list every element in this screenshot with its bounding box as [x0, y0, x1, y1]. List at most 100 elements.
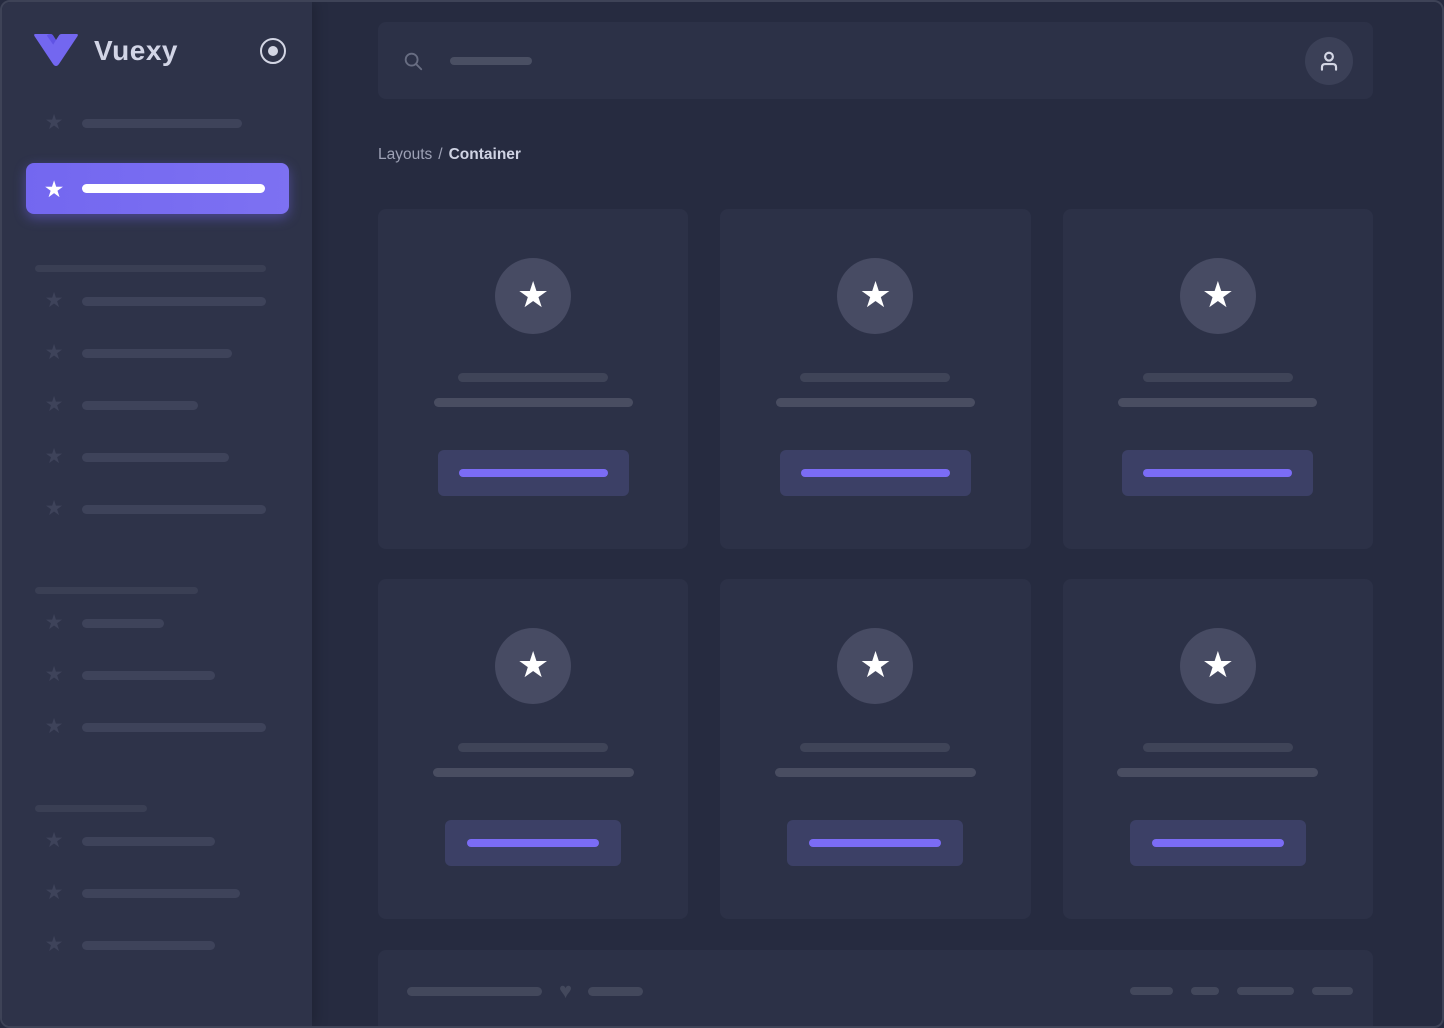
sidebar-item[interactable]: ★ — [2, 393, 312, 417]
menu-label-placeholder — [82, 888, 240, 898]
main-content: Layouts / Container ★ ★ ★ ★ ★ ★ ♥ — [312, 2, 1442, 1026]
button-label-placeholder — [458, 469, 608, 477]
sidebar-item[interactable]: ★ — [2, 611, 312, 635]
star-icon: ★ — [1201, 273, 1234, 315]
star-icon: ★ — [44, 611, 64, 634]
card-avatar-circle: ★ — [1179, 628, 1256, 704]
sidebar-item-pinned[interactable]: ★ — [2, 111, 312, 135]
user-avatar[interactable] — [1305, 36, 1353, 85]
star-icon: ★ — [517, 643, 550, 685]
content-card: ★ — [378, 209, 689, 549]
star-icon: ★ — [44, 341, 64, 364]
card-text-placeholder — [775, 398, 975, 407]
sidebar: Vuexy ★ ★ ★ ★ ★ ★ ★ ★ ★ ★ ★ ★ ★ — [2, 2, 312, 1026]
star-icon: ★ — [44, 111, 64, 134]
search-input[interactable] — [402, 50, 1305, 72]
footer-link-placeholder[interactable] — [1312, 987, 1353, 995]
menu-label-placeholder — [82, 400, 198, 410]
card-grid: ★ ★ ★ ★ ★ ★ — [378, 209, 1373, 919]
card-avatar-circle: ★ — [495, 258, 572, 334]
button-label-placeholder — [1143, 469, 1293, 477]
sidebar-item[interactable]: ★ — [2, 289, 312, 313]
button-label-placeholder — [809, 839, 942, 847]
card-text-placeholder — [433, 398, 633, 407]
star-icon: ★ — [517, 273, 550, 315]
card-action-button[interactable] — [445, 820, 622, 866]
sidebar-item[interactable]: ★ — [2, 829, 312, 853]
card-text-placeholder — [458, 743, 609, 752]
footer-link-placeholder[interactable] — [1237, 987, 1294, 995]
menu-label-placeholder — [82, 348, 232, 358]
vuexy-logo-icon[interactable] — [32, 32, 80, 70]
sidebar-item[interactable]: ★ — [2, 341, 312, 365]
card-avatar-circle: ★ — [837, 628, 914, 704]
menu-label-placeholder — [82, 618, 164, 628]
sidebar-item-active[interactable]: ★ — [26, 163, 289, 214]
card-action-button[interactable] — [1122, 450, 1314, 496]
nav-collapse-toggle-icon[interactable] — [260, 38, 286, 64]
heart-icon: ♥ — [559, 978, 573, 1003]
footer-text-placeholder — [407, 986, 542, 996]
menu-label-placeholder — [82, 184, 265, 193]
menu-label-placeholder — [82, 296, 266, 306]
brand-name[interactable]: Vuexy — [94, 35, 178, 67]
sidebar-item[interactable]: ★ — [2, 881, 312, 905]
sidebar-item[interactable]: ★ — [2, 715, 312, 739]
star-icon: ★ — [44, 393, 64, 416]
section-header-placeholder — [35, 587, 198, 594]
card-text-placeholder — [1142, 743, 1293, 752]
star-icon: ★ — [859, 643, 892, 685]
breadcrumb-separator: / — [438, 146, 443, 163]
card-action-button[interactable] — [779, 450, 971, 496]
sidebar-item[interactable]: ★ — [2, 497, 312, 521]
card-text-placeholder — [1117, 768, 1319, 777]
sidebar-item[interactable]: ★ — [2, 445, 312, 469]
button-label-placeholder — [1151, 839, 1284, 847]
content-card: ★ — [720, 209, 1031, 549]
content-card: ★ — [1062, 579, 1373, 919]
user-icon — [1320, 51, 1338, 71]
menu-label-placeholder — [82, 504, 266, 514]
card-action-button[interactable] — [437, 450, 629, 496]
footer: ♥ — [378, 950, 1373, 1026]
star-icon: ★ — [859, 273, 892, 315]
card-text-placeholder — [1142, 373, 1293, 382]
sidebar-item[interactable]: ★ — [2, 933, 312, 957]
footer-link-placeholder[interactable] — [1191, 987, 1219, 995]
search-placeholder-bar — [450, 56, 532, 65]
search-icon — [404, 52, 423, 70]
star-icon: ★ — [44, 445, 64, 468]
section-header-placeholder — [35, 805, 147, 812]
footer-link-placeholder[interactable] — [1130, 987, 1173, 995]
button-label-placeholder — [467, 839, 600, 847]
sidebar-section: ★ ★ ★ — [2, 805, 312, 957]
breadcrumb-current: Container — [448, 146, 521, 163]
card-text-placeholder — [432, 768, 634, 777]
sidebar-section: ★ ★ ★ ★ ★ — [2, 265, 312, 521]
star-icon: ★ — [43, 175, 65, 202]
card-action-button[interactable] — [787, 820, 964, 866]
content-card: ★ — [378, 579, 689, 919]
star-icon: ★ — [44, 715, 64, 738]
content-card: ★ — [720, 579, 1031, 919]
card-text-placeholder — [774, 768, 976, 777]
star-icon: ★ — [44, 289, 64, 312]
app-window: Vuexy ★ ★ ★ ★ ★ ★ ★ ★ ★ ★ ★ ★ ★ Layouts … — [0, 0, 1444, 1028]
sidebar-section: ★ ★ ★ — [2, 587, 312, 739]
card-action-button[interactable] — [1129, 820, 1306, 866]
sidebar-header: Vuexy — [2, 2, 312, 70]
button-label-placeholder — [800, 469, 950, 477]
breadcrumb-parent[interactable]: Layouts — [378, 146, 432, 163]
menu-label-placeholder — [82, 452, 229, 462]
menu-label-placeholder — [82, 836, 215, 846]
sidebar-sections: ★ ★ ★ ★ ★ ★ ★ ★ ★ ★ ★ — [2, 265, 312, 957]
star-icon: ★ — [44, 497, 64, 520]
breadcrumb: Layouts / Container — [378, 145, 1373, 165]
star-icon: ★ — [44, 663, 64, 686]
star-icon: ★ — [44, 881, 64, 904]
star-icon: ★ — [44, 829, 64, 852]
card-avatar-circle: ★ — [837, 258, 914, 334]
toggle-dot — [268, 46, 278, 56]
sidebar-item[interactable]: ★ — [2, 663, 312, 687]
menu-label-placeholder — [82, 670, 215, 680]
